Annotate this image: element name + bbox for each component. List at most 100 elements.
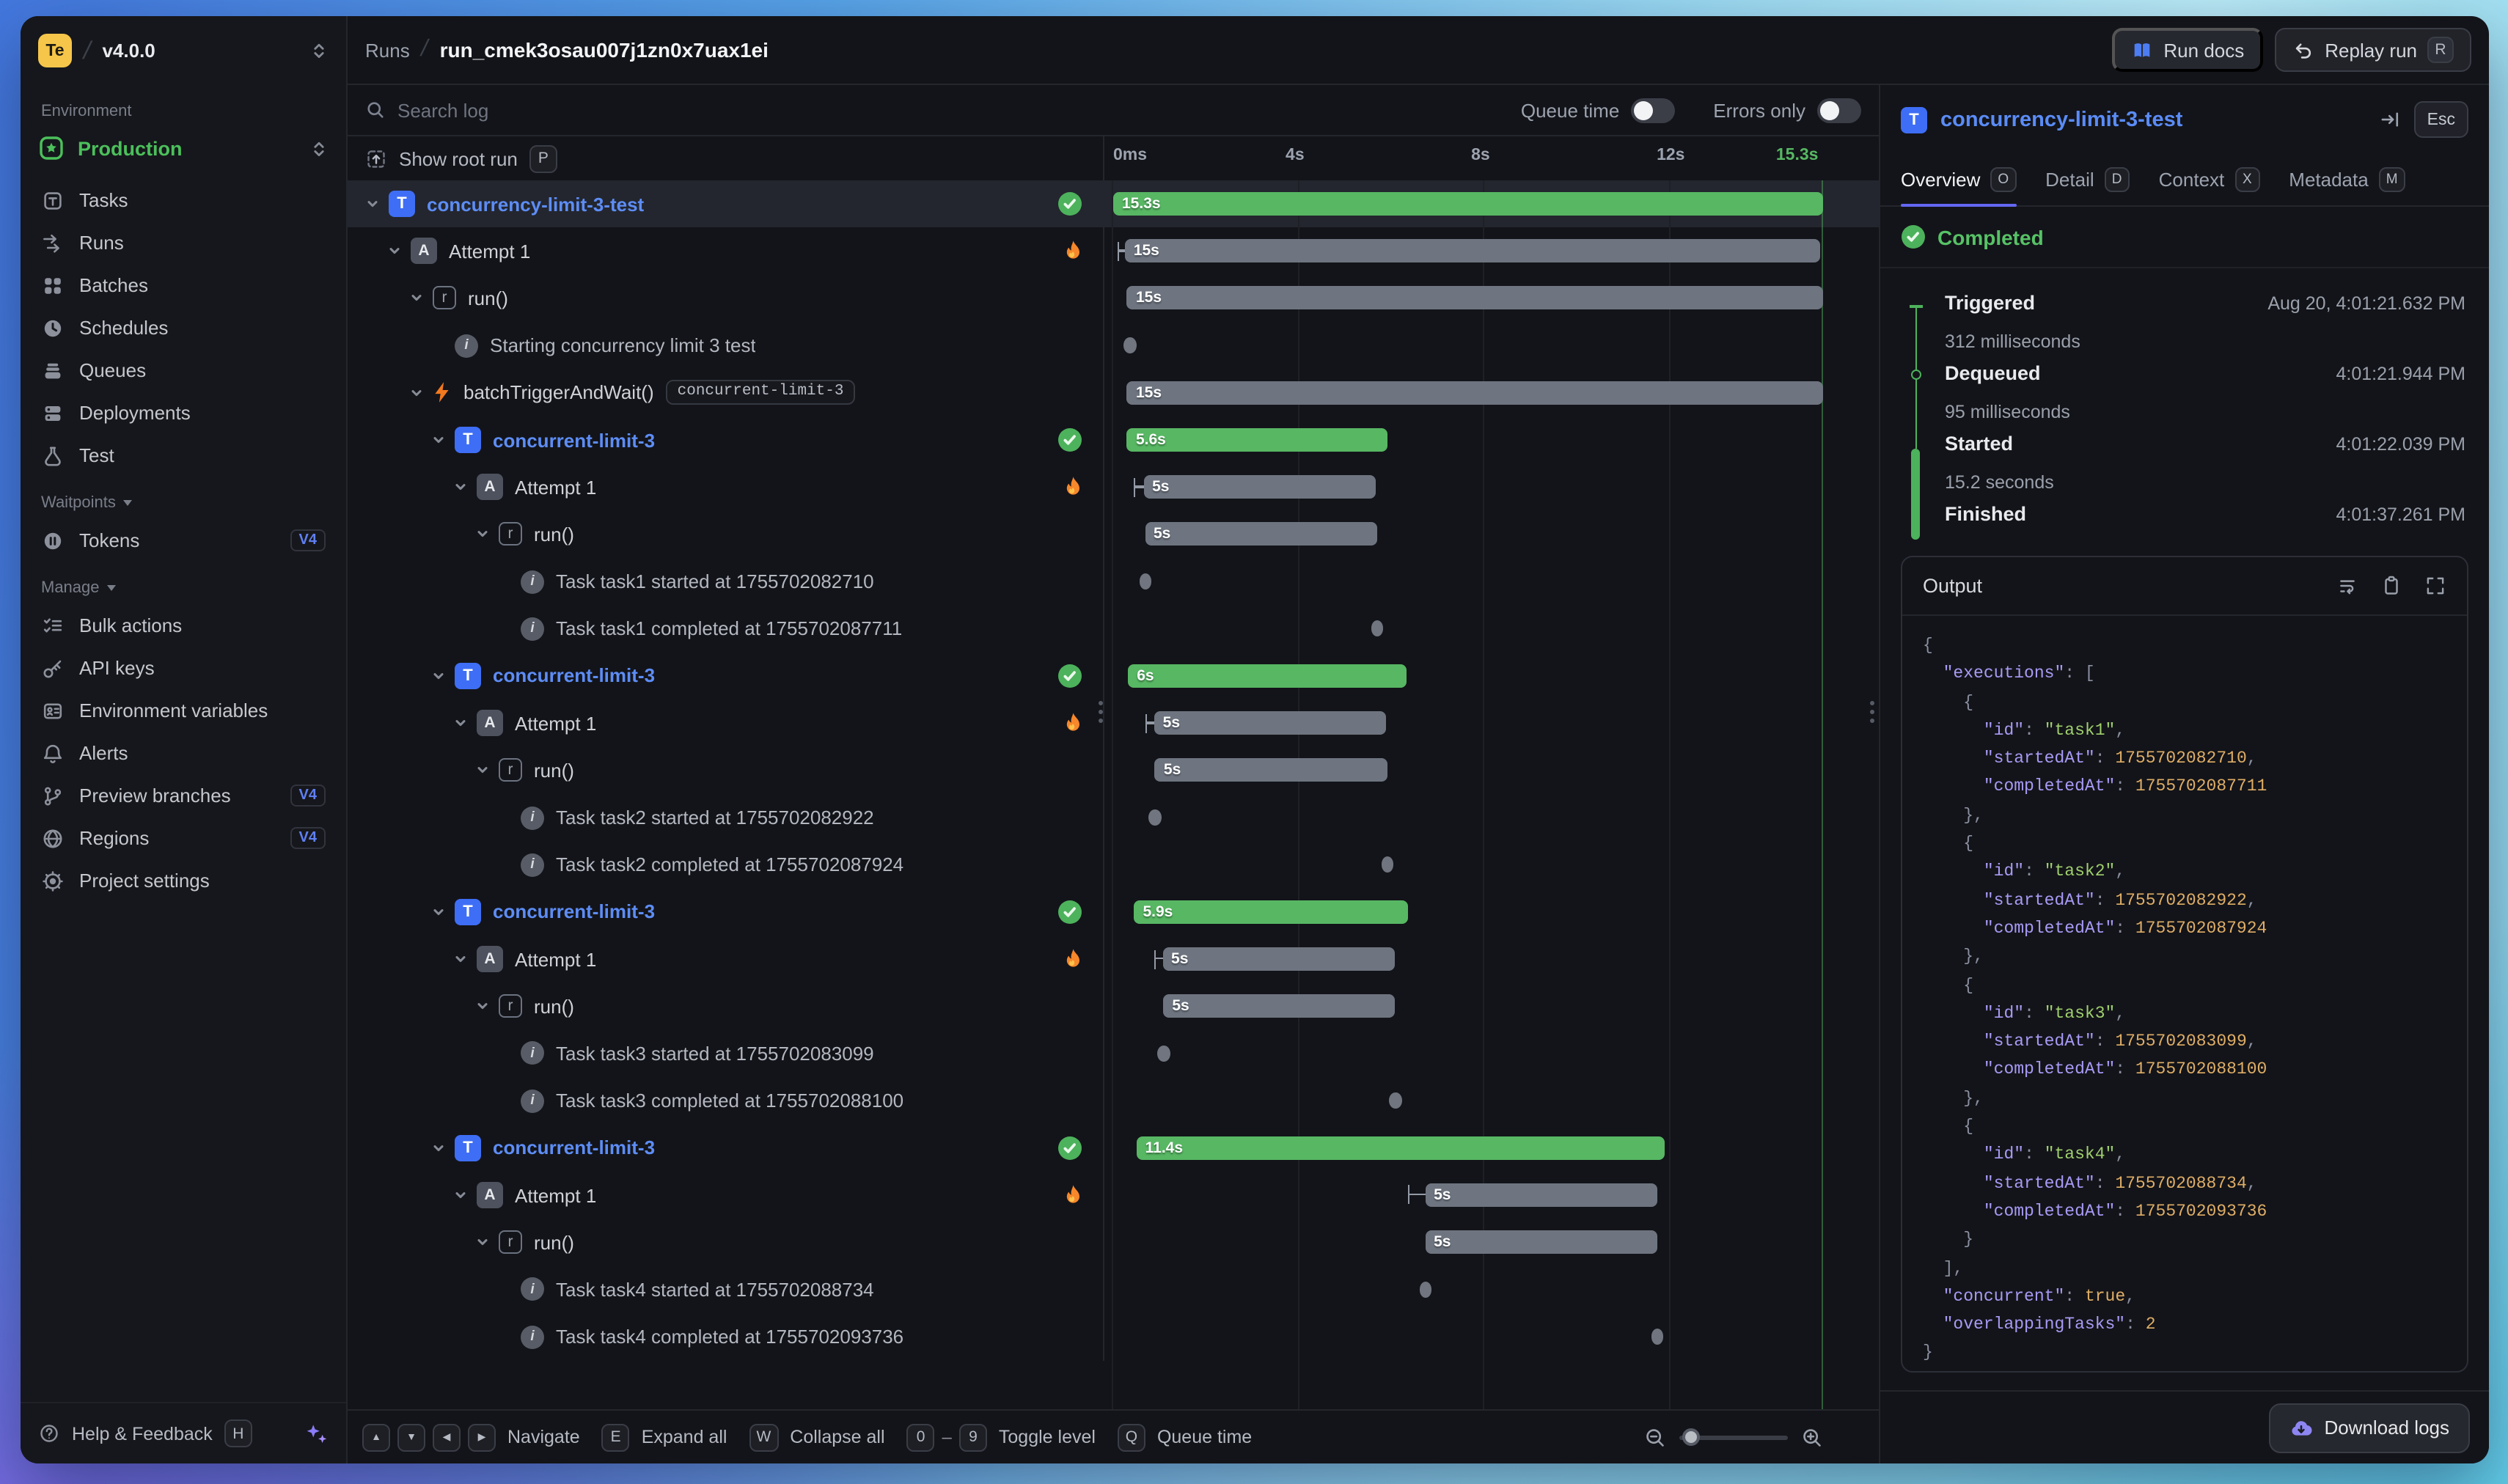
span-row[interactable]: rrun()5s bbox=[348, 511, 1879, 558]
span-row[interactable]: Tconcurrent-limit-36s bbox=[348, 653, 1879, 699]
chevron-down-icon[interactable] bbox=[450, 1188, 471, 1202]
span-row[interactable]: rrun()5s bbox=[348, 982, 1879, 1029]
span-row[interactable]: Tconcurrent-limit-311.4s bbox=[348, 1125, 1879, 1172]
timeline-bar[interactable]: 5s bbox=[1154, 711, 1386, 735]
chevron-down-icon[interactable] bbox=[472, 999, 493, 1014]
log-row[interactable]: iTask task4 completed at 1755702093736 bbox=[348, 1313, 1879, 1360]
chevron-down-icon[interactable] bbox=[428, 669, 449, 683]
breadcrumb[interactable]: Runs bbox=[365, 39, 410, 61]
tab-metadata[interactable]: MetadataM bbox=[2289, 154, 2405, 205]
chevron-down-icon[interactable] bbox=[384, 244, 405, 259]
copy-icon[interactable] bbox=[2380, 575, 2402, 597]
expand-icon[interactable] bbox=[2424, 575, 2446, 597]
log-event-dot[interactable] bbox=[1390, 1092, 1402, 1109]
timeline-bar[interactable]: 5s bbox=[1425, 1230, 1657, 1254]
timeline-bar[interactable]: 5s bbox=[1145, 523, 1376, 546]
timeline-bar[interactable]: 15s bbox=[1127, 381, 1823, 405]
sidebar-item-project-settings[interactable]: Project settings bbox=[29, 859, 337, 902]
span-row[interactable]: batchTriggerAndWait()concurrent-limit-31… bbox=[348, 370, 1879, 416]
span-row[interactable]: rrun()15s bbox=[348, 275, 1879, 322]
log-row[interactable]: iTask task2 completed at 1755702087924 bbox=[348, 841, 1879, 888]
timeline-bar[interactable]: 5.6s bbox=[1127, 428, 1387, 452]
span-row[interactable]: AAttempt 115s bbox=[348, 227, 1879, 274]
sidebar-item-queues[interactable]: Queues bbox=[29, 349, 337, 392]
span-row[interactable]: rrun()5s bbox=[348, 747, 1879, 794]
manage-section-label[interactable]: Manage bbox=[21, 562, 346, 604]
log-row[interactable]: iTask task4 started at 1755702088734 bbox=[348, 1266, 1879, 1313]
timeline-bar[interactable]: 5.9s bbox=[1134, 900, 1407, 924]
help-feedback-button[interactable]: Help & Feedback bbox=[72, 1423, 213, 1444]
timeline-bar[interactable]: 15.3s bbox=[1113, 192, 1823, 216]
span-row[interactable]: rrun()5s bbox=[348, 1219, 1879, 1266]
pane-resize-handle[interactable] bbox=[1097, 701, 1103, 723]
sidebar-item-tokens[interactable]: TokensV4 bbox=[29, 519, 337, 562]
org-project-selector[interactable]: Te / v4.0.0 bbox=[21, 16, 346, 85]
chevron-down-icon[interactable] bbox=[428, 1141, 449, 1156]
ai-sparkle-icon[interactable] bbox=[305, 1422, 329, 1445]
chevron-down-icon[interactable] bbox=[406, 386, 427, 400]
chevron-down-icon[interactable] bbox=[428, 433, 449, 447]
span-row[interactable]: Tconcurrent-limit-35.9s bbox=[348, 889, 1879, 936]
sidebar-item-api-keys[interactable]: API keys bbox=[29, 647, 337, 689]
timeline-bar[interactable]: 5s bbox=[1162, 947, 1394, 971]
span-row[interactable]: Tconcurrency-limit-3-test15.3s bbox=[348, 180, 1879, 227]
log-row[interactable]: iTask task2 started at 1755702082922 bbox=[348, 794, 1879, 841]
log-row[interactable]: iStarting concurrency limit 3 test bbox=[348, 322, 1879, 369]
log-event-dot[interactable] bbox=[1123, 337, 1136, 353]
chevron-down-icon[interactable] bbox=[472, 763, 493, 778]
log-event-dot[interactable] bbox=[1419, 1282, 1431, 1298]
zoom-out-icon[interactable] bbox=[1644, 1426, 1666, 1448]
sidebar-item-tasks[interactable]: Tasks bbox=[29, 179, 337, 221]
log-row[interactable]: iTask task1 completed at 1755702087711 bbox=[348, 605, 1879, 652]
chevron-down-icon[interactable] bbox=[362, 196, 383, 211]
timeline-bar[interactable]: 5s bbox=[1425, 1183, 1657, 1207]
show-root-run-button[interactable]: Show root run P bbox=[348, 136, 1103, 180]
chevron-down-icon[interactable] bbox=[472, 1235, 493, 1249]
timeline-bar[interactable]: 5s bbox=[1163, 994, 1395, 1018]
sidebar-item-preview-branches[interactable]: Preview branchesV4 bbox=[29, 774, 337, 817]
sidebar-item-bulk-actions[interactable]: Bulk actions bbox=[29, 604, 337, 647]
span-row[interactable]: Tconcurrent-limit-35.6s bbox=[348, 416, 1879, 463]
span-row[interactable]: AAttempt 15s bbox=[348, 699, 1879, 746]
download-logs-button[interactable]: Download logs bbox=[2268, 1403, 2470, 1452]
log-event-dot[interactable] bbox=[1651, 1329, 1663, 1345]
span-row[interactable]: AAttempt 15s bbox=[348, 463, 1879, 510]
output-json[interactable]: { "executions": [ { "id": "task1", "star… bbox=[1902, 616, 2467, 1371]
chevron-down-icon[interactable] bbox=[406, 291, 427, 306]
sidebar-item-batches[interactable]: Batches bbox=[29, 264, 337, 306]
sidebar-item-schedules[interactable]: Schedules bbox=[29, 306, 337, 349]
zoom-in-icon[interactable] bbox=[1801, 1426, 1823, 1448]
log-row[interactable]: iTask task1 started at 1755702082710 bbox=[348, 558, 1879, 605]
tab-detail[interactable]: DetailD bbox=[2045, 154, 2130, 205]
chevron-down-icon[interactable] bbox=[472, 527, 493, 542]
log-event-dot[interactable] bbox=[1157, 1046, 1170, 1062]
chevron-down-icon[interactable] bbox=[450, 952, 471, 966]
timeline-bar[interactable]: 15s bbox=[1127, 287, 1823, 310]
wrap-text-icon[interactable] bbox=[2336, 575, 2358, 597]
chevron-down-icon[interactable] bbox=[428, 905, 449, 919]
search-input[interactable]: Search log bbox=[397, 99, 1483, 121]
sidebar-item-deployments[interactable]: Deployments bbox=[29, 392, 337, 434]
waitpoints-section-label[interactable]: Waitpoints bbox=[21, 477, 346, 519]
sidebar-item-runs[interactable]: Runs bbox=[29, 221, 337, 264]
chevron-down-icon[interactable] bbox=[450, 716, 471, 730]
timeline-bar[interactable]: 5s bbox=[1143, 475, 1375, 499]
timeline-bar[interactable]: 6s bbox=[1128, 664, 1407, 688]
log-event-dot[interactable] bbox=[1381, 856, 1393, 873]
timeline-bar[interactable]: 5s bbox=[1155, 759, 1387, 782]
chevron-down-icon[interactable] bbox=[450, 480, 471, 494]
log-search-bar[interactable]: Search log Queue time Errors only bbox=[348, 85, 1879, 136]
log-row[interactable]: iTask task3 started at 1755702083099 bbox=[348, 1030, 1879, 1077]
esc-button[interactable]: Esc bbox=[2414, 101, 2468, 138]
pane-resize-handle[interactable] bbox=[1869, 701, 1874, 723]
timeline-bar[interactable]: 11.4s bbox=[1137, 1136, 1665, 1160]
span-row[interactable]: AAttempt 15s bbox=[348, 936, 1879, 982]
sidebar-item-alerts[interactable]: Alerts bbox=[29, 732, 337, 774]
tab-context[interactable]: ContextX bbox=[2159, 154, 2260, 205]
log-row[interactable]: iTask task3 completed at 1755702088100 bbox=[348, 1077, 1879, 1124]
collapse-panel-icon[interactable] bbox=[2379, 109, 2401, 131]
run-docs-button[interactable]: Run docs bbox=[2112, 28, 2263, 72]
zoom-slider[interactable] bbox=[1679, 1435, 1788, 1439]
toggle-switch[interactable] bbox=[1631, 98, 1675, 122]
queue-time-toggle[interactable]: Queue time bbox=[1521, 98, 1675, 122]
